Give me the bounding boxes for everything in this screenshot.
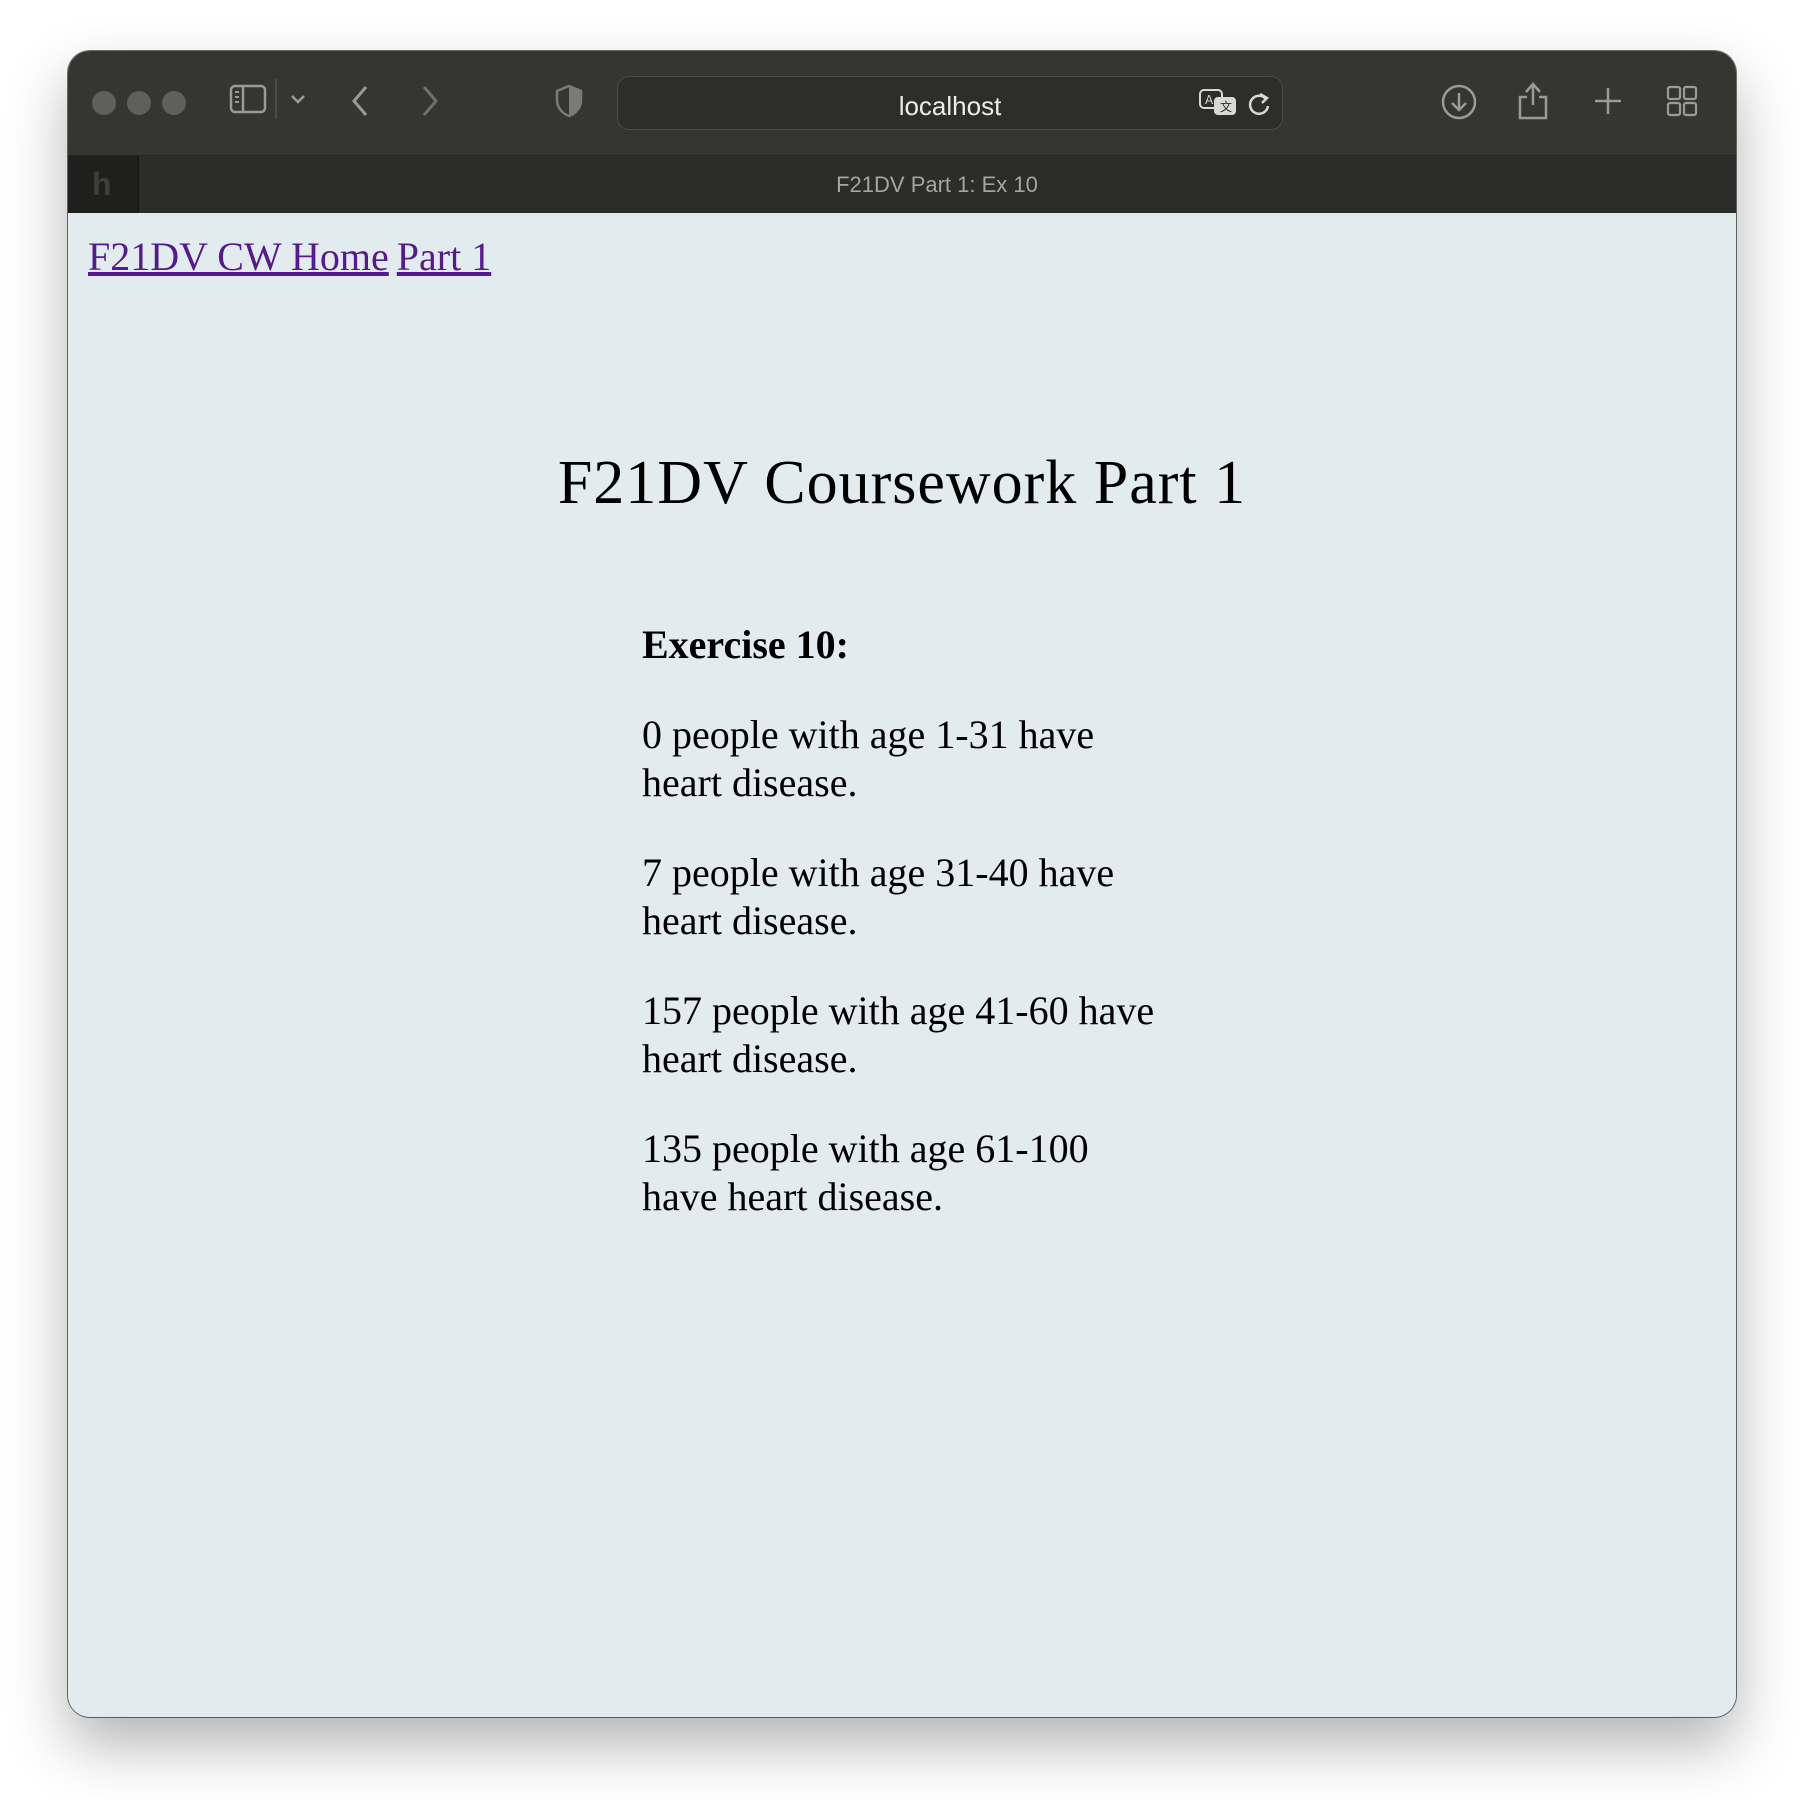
pinned-tab[interactable]: h [68, 156, 139, 214]
result-line: 0 people with age 1-31 have heart diseas… [642, 712, 1095, 805]
exercise-title: Exercise 10: [642, 622, 849, 667]
share-icon[interactable] [1516, 79, 1550, 121]
toolbar-divider [275, 79, 277, 119]
active-tab-title[interactable]: F21DV Part 1: Ex 10 [138, 172, 1736, 198]
page-content: F21DV CW Home Part 1 F21DV Coursework Par… [68, 213, 1736, 1717]
sidebar-toggle-icon[interactable] [228, 81, 268, 117]
browser-toolbar: localhost A文 [68, 51, 1736, 155]
top-nav: F21DV CW Home Part 1 [88, 233, 499, 280]
browser-window: localhost A文 h F21DV Part 1: Ex 10 F21DV… [68, 51, 1736, 1717]
address-text: localhost [898, 91, 1002, 121]
new-tab-icon[interactable] [1592, 85, 1624, 117]
result-line: 135 people with age 61-100 have heart di… [642, 1126, 1089, 1219]
chevron-down-icon[interactable] [290, 93, 306, 105]
shield-icon[interactable] [554, 83, 584, 119]
part-1-link[interactable]: Part 1 [397, 234, 491, 279]
close-window-button[interactable] [92, 91, 116, 115]
page-title: F21DV Coursework Part 1 [557, 449, 1247, 517]
favicon-icon: h [92, 166, 112, 202]
zoom-window-button[interactable] [162, 91, 186, 115]
svg-text:A: A [1205, 93, 1214, 107]
tab-overview-icon[interactable] [1666, 85, 1698, 117]
forward-icon[interactable] [418, 83, 442, 119]
home-link[interactable]: F21DV CW Home [88, 234, 389, 279]
minimize-window-button[interactable] [127, 91, 151, 115]
translate-icon[interactable]: A文 [1198, 88, 1238, 118]
back-icon[interactable] [348, 83, 372, 119]
svg-text:文: 文 [1220, 99, 1232, 114]
downloads-icon[interactable] [1440, 83, 1478, 121]
result-line: 7 people with age 31-40 have heart disea… [642, 850, 1115, 943]
tab-bar: h F21DV Part 1: Ex 10 [68, 155, 1736, 215]
address-bar[interactable]: localhost A文 [617, 76, 1283, 130]
exercise-section: Exercise 10: 0 people with age 1-31 have… [642, 621, 1162, 1263]
result-line: 157 people with age 41-60 have heart dis… [642, 988, 1155, 1081]
reload-icon[interactable] [1246, 90, 1272, 118]
